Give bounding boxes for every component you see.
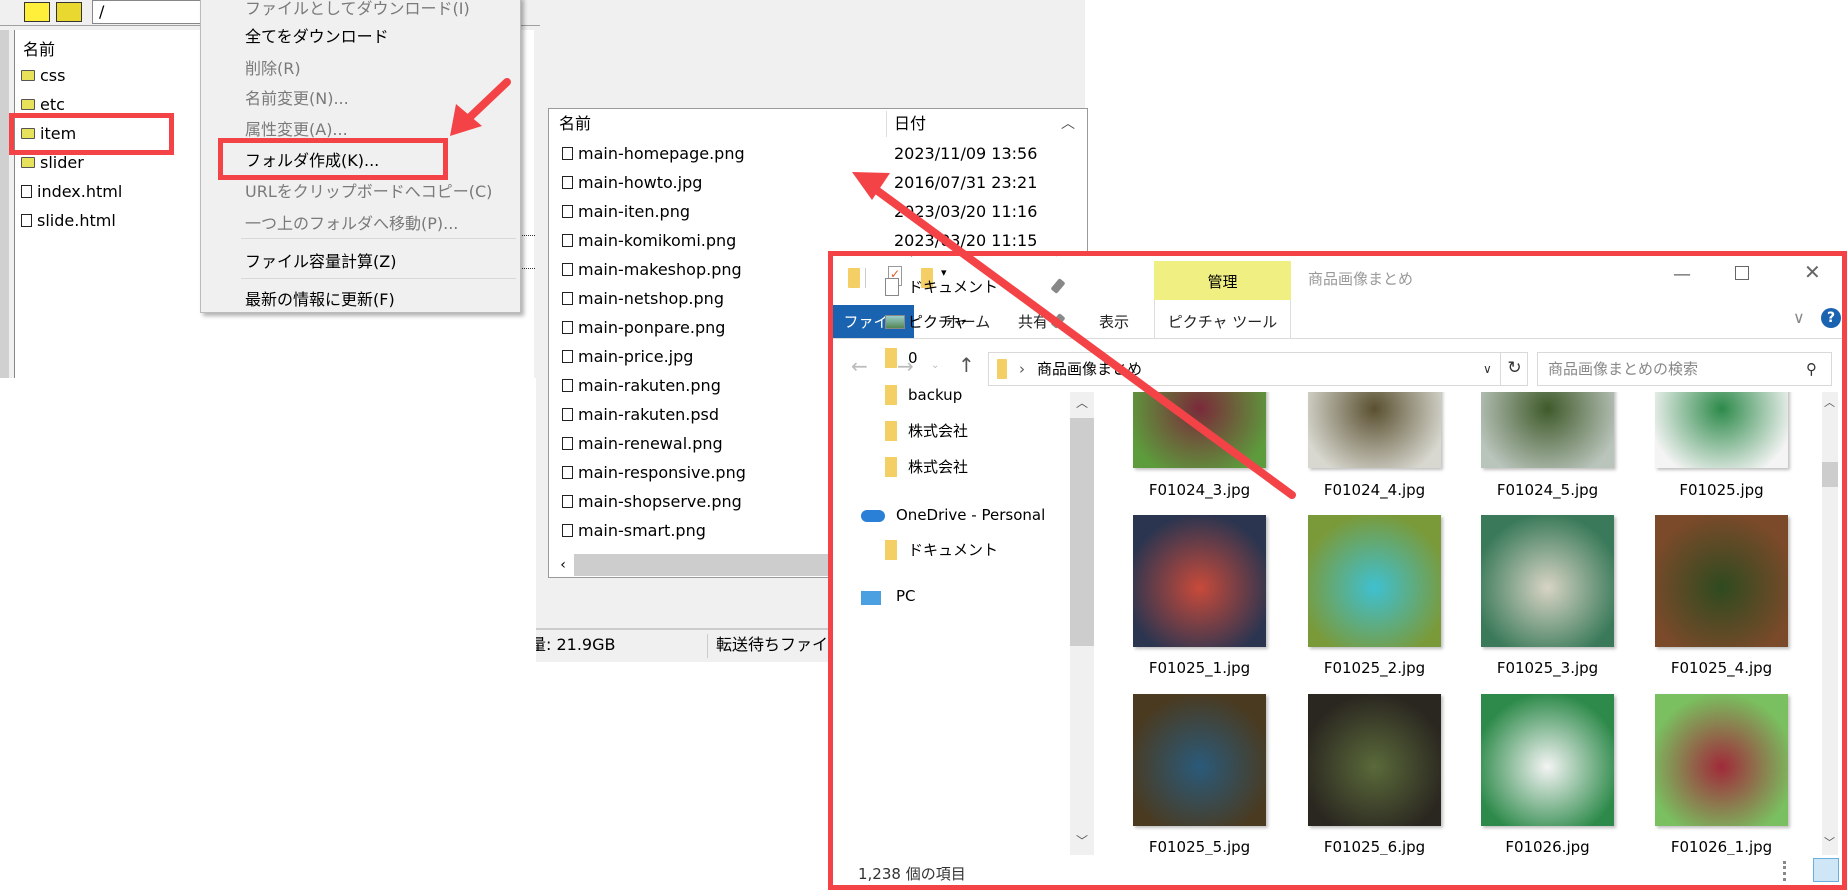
arrow-from-explorer [852,172,1296,499]
arrow-to-create-folder [450,78,511,136]
annotation-arrows [450,78,1296,499]
